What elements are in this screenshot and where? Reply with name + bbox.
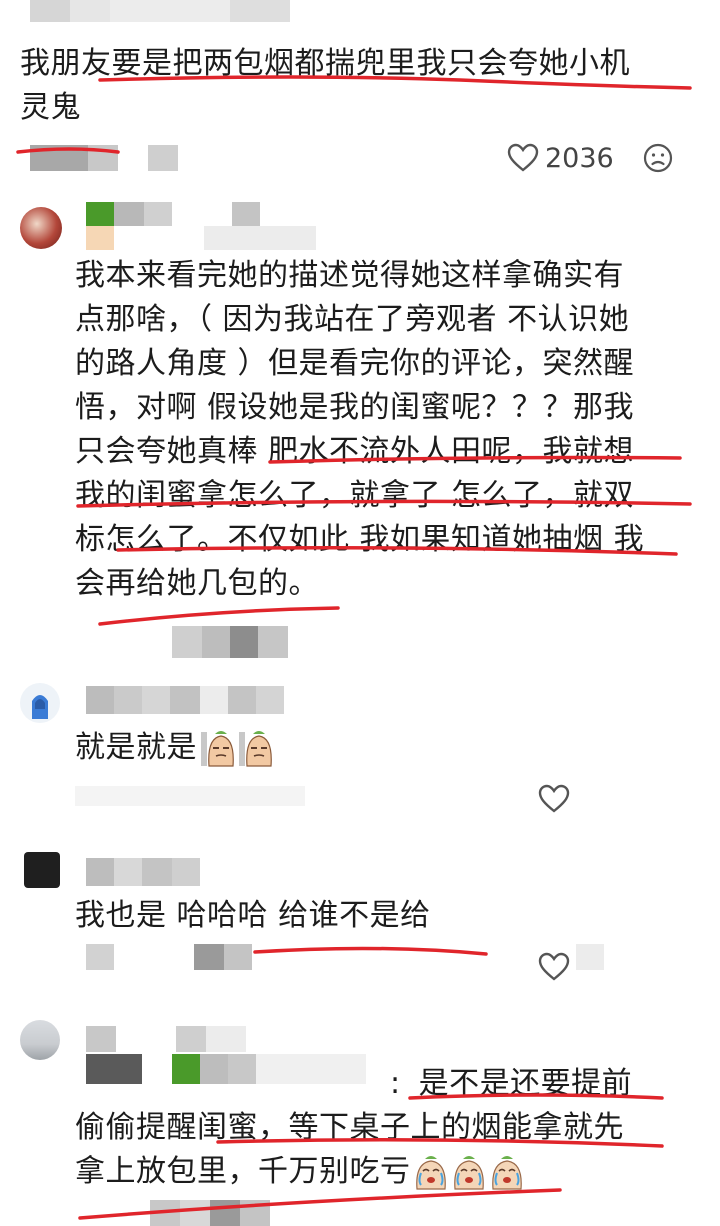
hoodie-icon (32, 695, 48, 719)
comment-1-line-1: 我朋友要是把两包烟都揣兜里我只会夸她小机 (20, 46, 630, 81)
comment-3-text: 就是就是 (75, 730, 197, 765)
avatar[interactable] (24, 852, 60, 888)
comment-5-third-line: 拿上放包里，千万别吃亏 (75, 1150, 525, 1194)
avatar[interactable] (20, 683, 60, 723)
blurred-timestamp (150, 1200, 300, 1226)
blurred-username (86, 686, 316, 714)
comment-5-line-1: 是不是还要提前 (418, 1066, 633, 1101)
comment-3-content: 就是就是 (75, 726, 275, 770)
like-button[interactable]: 2036 (507, 140, 617, 176)
comment-2-line-8: 会再给她几包的。 (75, 566, 319, 601)
blurred-username (30, 0, 290, 22)
comment-2-line-3: 的路人角度 ）但是看完你的评论，突然醒 (75, 346, 635, 381)
comment-5-line-2: 偷偷提醒闺蜜，等下桌子上的烟能拿就先 (75, 1110, 624, 1145)
comment-2-line-2: 点那啥，（ 因为我站在了旁观者 不认识她 (75, 302, 630, 337)
blurred-timestamp (86, 944, 286, 970)
like-count: 2036 (545, 142, 614, 174)
heart-outline-icon (538, 784, 570, 813)
blurred-username (86, 1026, 246, 1052)
blurred-region (576, 944, 604, 970)
heart-outline-icon (507, 143, 539, 172)
comment-5-line-3: 拿上放包里，千万别吃亏 (75, 1154, 411, 1189)
sad-face-icon (643, 143, 673, 173)
comment-2-line-6: 我的闺蜜拿怎么了，就拿了 怎么了，就双 (75, 478, 635, 513)
blurred-username (86, 202, 316, 250)
heart-outline-icon (538, 952, 570, 981)
comment-2-line-1: 我本来看完她的描述觉得她这样拿确实有 (75, 258, 624, 293)
blurred-timestamp (172, 626, 288, 658)
smirking-bean-sticker (201, 731, 272, 767)
underline-comment-2-line-8 (98, 606, 340, 626)
underline-comment-4 (253, 946, 488, 956)
comment-2-line-5: 只会夸她真棒 肥水不流外人田呢，我就想 (75, 434, 635, 469)
blurred-username (86, 858, 236, 886)
avatar[interactable] (20, 207, 62, 249)
blurred-timestamp (75, 786, 305, 806)
comment-1-line-2: 灵鬼 (20, 90, 81, 125)
avatar[interactable] (20, 1020, 60, 1060)
comment-5-first-line: : 是不是还要提前 (390, 1062, 632, 1106)
dislike-button[interactable] (643, 143, 673, 177)
comment-2-line-7: 标怎么了。不仅如此 我如果知道她抽烟 我 (75, 522, 645, 557)
blurred-reply-target (86, 1054, 366, 1084)
comment-4-text: 我也是 哈哈哈 给谁不是给 (75, 898, 431, 933)
comment-2-line-4: 悟，对啊 假设她是我的闺蜜呢？？？那我 (75, 390, 635, 425)
like-button[interactable] (538, 952, 570, 986)
blurred-timestamp (30, 145, 180, 171)
crying-bean-emoji (415, 1156, 522, 1190)
reply-separator: : (390, 1066, 401, 1101)
like-button[interactable] (538, 784, 570, 818)
